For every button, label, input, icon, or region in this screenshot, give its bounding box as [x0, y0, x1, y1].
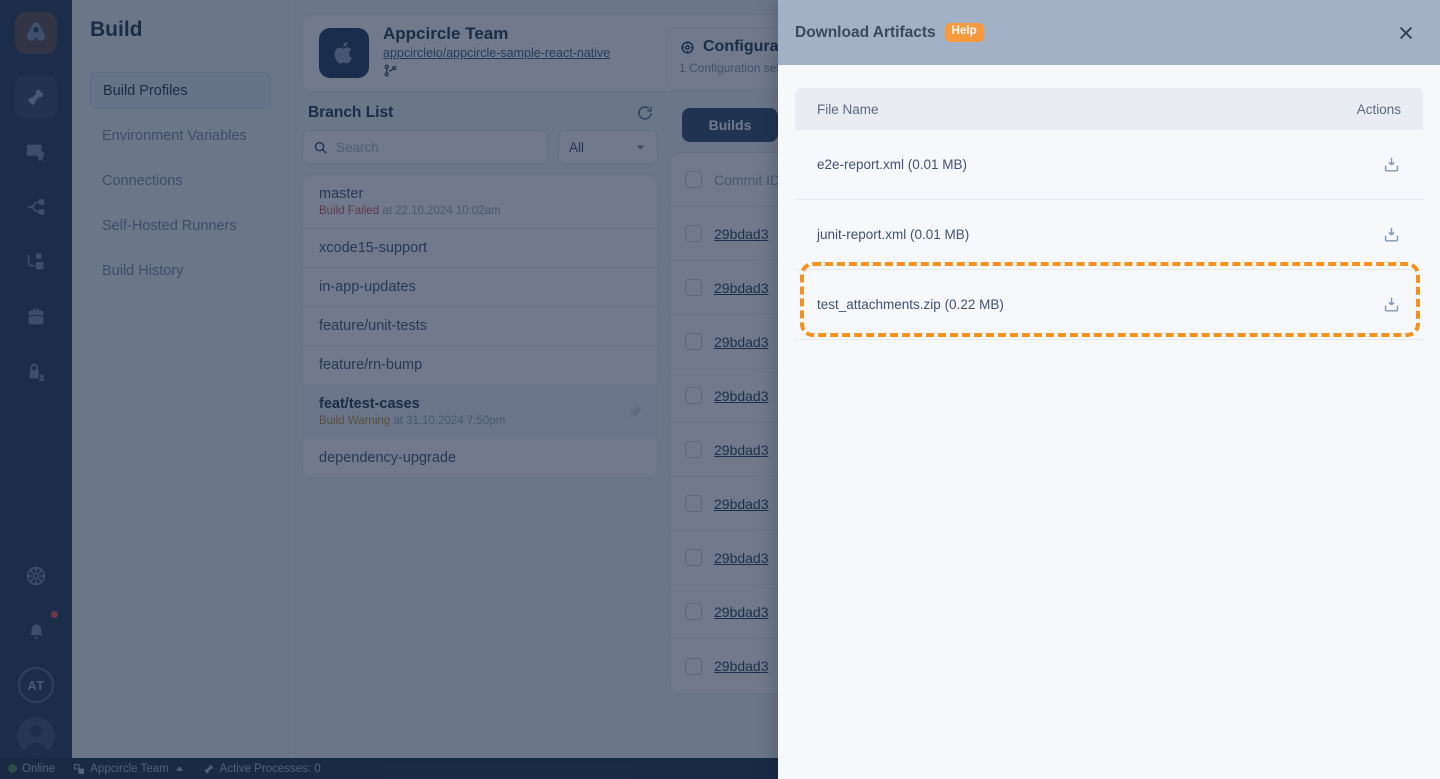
column-header-file-name: File Name — [817, 101, 879, 117]
artifact-row-highlighted[interactable]: test_attachments.zip (0.22 MB) — [795, 270, 1423, 340]
download-button[interactable] — [1382, 295, 1401, 314]
close-icon — [1399, 26, 1413, 39]
artifact-file-name: test_attachments.zip (0.22 MB) — [817, 297, 1004, 312]
download-button[interactable] — [1382, 225, 1401, 244]
download-icon — [1384, 297, 1399, 312]
download-artifacts-modal: Download Artifacts Help File Name Action… — [778, 0, 1440, 779]
artifact-file-name: e2e-report.xml (0.01 MB) — [817, 157, 968, 172]
artifact-row[interactable]: junit-report.xml (0.01 MB) — [795, 200, 1423, 270]
screen: AT Build Build Profiles Environment Vari… — [0, 0, 1440, 779]
modal-body: File Name Actions e2e-report.xml (0.01 M… — [778, 65, 1440, 779]
modal-header: Download Artifacts Help — [778, 0, 1440, 65]
artifacts-table-header: File Name Actions — [795, 88, 1423, 130]
help-badge[interactable]: Help — [944, 23, 984, 42]
artifacts-table: File Name Actions e2e-report.xml (0.01 M… — [795, 88, 1423, 340]
download-icon — [1384, 227, 1399, 242]
artifact-row[interactable]: e2e-report.xml (0.01 MB) — [795, 130, 1423, 200]
download-button[interactable] — [1382, 155, 1401, 174]
modal-title: Download Artifacts — [795, 23, 936, 41]
column-header-actions: Actions — [1356, 101, 1401, 117]
close-button[interactable] — [1396, 23, 1416, 43]
artifact-file-name: junit-report.xml (0.01 MB) — [817, 227, 970, 242]
download-icon — [1384, 157, 1399, 172]
